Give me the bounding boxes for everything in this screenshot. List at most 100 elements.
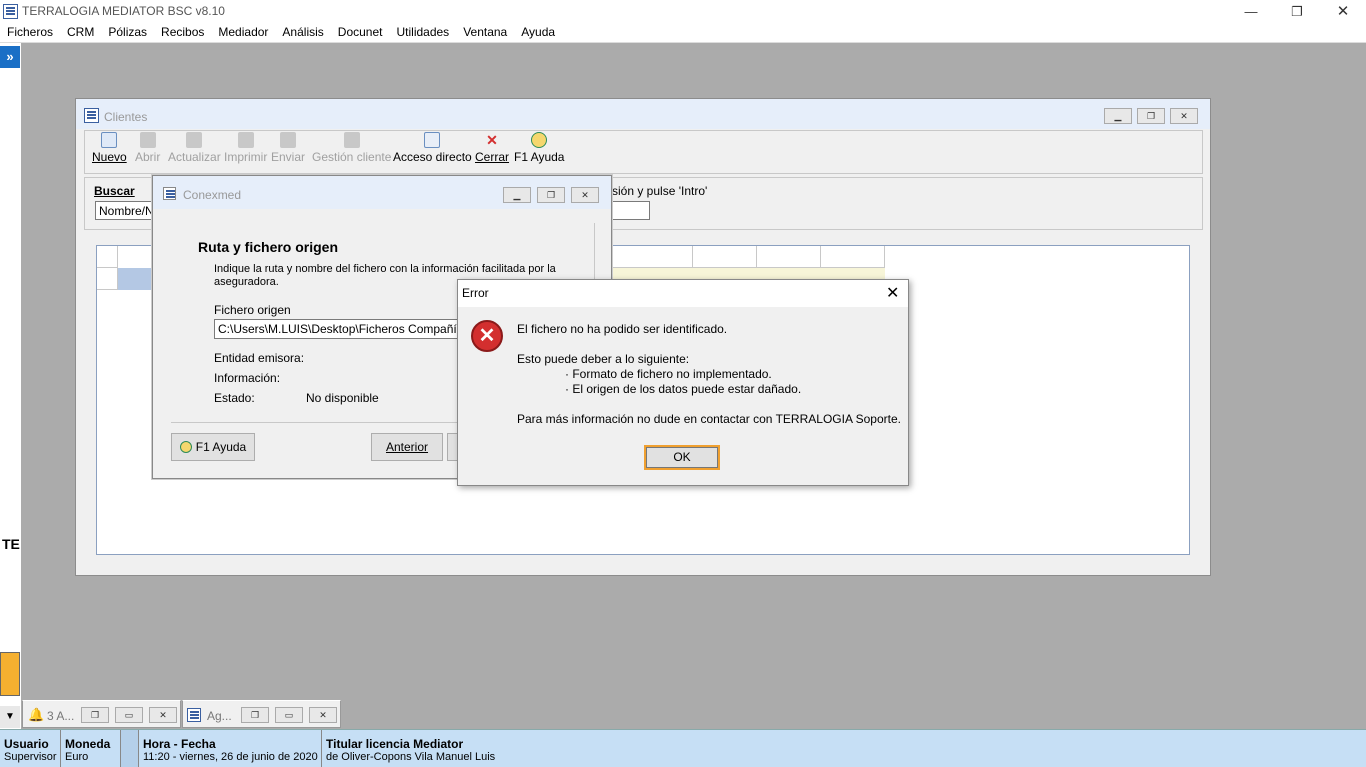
menu-analisis[interactable]: Análisis [275,23,330,42]
toolbar-ayuda-button[interactable]: F1 Ayuda [514,132,564,164]
toolbar-label: Imprimir [224,150,268,164]
expand-sidebar-button[interactable]: » [0,46,20,68]
toolbar-label: Enviar [271,150,306,164]
close-icon[interactable]: ✕ [309,707,337,723]
ok-button[interactable]: OK [644,445,720,470]
window-icon [84,108,99,123]
menu-ayuda[interactable]: Ayuda [514,23,562,42]
grid-column-header[interactable] [693,246,757,268]
printer-icon [237,132,254,148]
close-icon[interactable]: ✕ [1320,0,1366,23]
close-icon[interactable]: ✕ [149,707,177,723]
window-icon [163,187,176,200]
send-icon [280,132,296,148]
conexmed-heading: Ruta y fichero origen [198,239,339,255]
toolbar-label: Nuevo [92,150,127,164]
error-message-line2: Esto puede deber a lo siguiente: [517,352,690,366]
status-hora-fecha: Hora - Fecha 11:20 - viernes, 26 de juni… [139,730,322,767]
toolbar-label: Acceso directo [393,150,472,164]
error-message-line1: El fichero no ha podido ser identificado… [517,322,728,336]
sidebar-label: TE [2,536,20,552]
menu-ventana[interactable]: Ventana [456,23,514,42]
maximize-icon[interactable]: ▭ [275,707,303,723]
info-label: Información: [214,371,281,385]
chevron-down-icon[interactable]: ▼ [0,706,20,728]
estado-label: Estado: [214,391,255,405]
toolbar-imprimir-button[interactable]: Imprimir [224,132,267,164]
toolbar-label: Cerrar [475,150,510,164]
menu-utilidades[interactable]: Utilidades [389,23,456,42]
close-icon[interactable]: ✕ [1170,108,1198,124]
restore-icon[interactable]: ❐ [81,707,109,723]
minimized-window-agenda[interactable]: Ag... ❐ ▭ ✕ [182,700,341,728]
error-title: Error [462,286,489,300]
toolbar-actualizar-button[interactable]: Actualizar [168,132,221,164]
menu-ficheros[interactable]: Ficheros [0,23,60,42]
grid-column-header[interactable] [821,246,885,268]
open-doc-icon [139,132,156,148]
help-icon [179,441,192,453]
grid-row-header [97,268,118,290]
status-hora-value: 11:20 - viernes, 26 de junio de 2020 [143,751,318,763]
menu-recibos[interactable]: Recibos [154,23,211,42]
close-icon[interactable]: ✕ [886,283,899,303]
status-usuario-value: Supervisor [4,751,57,763]
toolbar-cerrar-button[interactable]: ✕ Cerrar [475,132,509,164]
close-icon[interactable]: ✕ [571,187,599,203]
app-title: TERRALOGIA MEDIATOR BSC v8.10 [22,4,225,18]
toolbar-nuevo-button[interactable]: Nuevo [92,132,127,164]
status-moneda-header: Moneda [65,737,111,751]
sidebar-thumbnail[interactable] [0,652,20,696]
toolbar-label: Abrir [135,150,161,164]
error-dialog: Error ✕ ✕ El fichero no ha podido ser id… [457,279,909,486]
grid-column-header[interactable] [613,246,693,268]
app-icon [3,4,18,19]
toolbar-abrir-button[interactable]: Abrir [135,132,160,164]
new-doc-icon [101,132,118,148]
maximize-icon[interactable]: ▭ [115,707,143,723]
minimize-icon[interactable]: ▁ [503,187,531,203]
shortcut-icon [424,132,441,148]
help-button-label: F1 Ayuda [195,440,247,454]
restore-icon[interactable]: ❐ [1274,0,1320,23]
error-icon: ✕ [471,320,503,352]
update-doc-icon [186,132,203,148]
menu-crm[interactable]: CRM [60,23,101,42]
status-moneda-value: Euro [65,751,89,763]
menu-polizas[interactable]: Pólizas [101,23,154,42]
search-field-combo[interactable]: Nombre/Nif [95,201,155,220]
help-button[interactable]: F1 Ayuda [171,433,255,461]
status-titular-value: de Oliver-Copons Vila Manuel Luis [326,751,496,763]
statusbar: Usuario Supervisor Moneda Euro Hora - Fe… [0,729,1366,767]
minimize-icon[interactable]: — [1228,0,1274,23]
toolbar-label: Gestión cliente [312,150,392,164]
status-usuario-header: Usuario [4,737,49,751]
error-reason-2: · El origen de los datos puede estar dañ… [565,382,802,396]
menubar: Ficheros CRM Pólizas Recibos Mediador Análisi… [0,23,1366,43]
restore-icon[interactable]: ❐ [1137,108,1165,124]
toolbar-gestion-cliente-button[interactable]: Gestión cliente [312,132,391,164]
file-path-input[interactable]: C:\Users\M.LUIS\Desktop\Ficheros Compañí… [214,319,464,339]
toolbar-enviar-button[interactable]: Enviar [271,132,305,164]
search-input[interactable] [612,201,650,220]
restore-icon[interactable]: ❐ [241,707,269,723]
toolbar-label: Actualizar [168,150,221,164]
grid-column-header[interactable] [757,246,821,268]
clientes-titlebar: Clientes ▁ ❐ ✕ [76,99,1210,129]
menu-mediador[interactable]: Mediador [211,23,275,42]
error-reason-1: · Formato de fichero no implementado. [565,367,772,381]
window-icon [187,708,201,722]
menu-docunet[interactable]: Docunet [331,23,390,42]
error-titlebar: Error ✕ [458,280,908,307]
status-spacer [121,730,139,767]
toolbar-acceso-directo-button[interactable]: Acceso directo [393,132,472,164]
file-label: Fichero origen [214,303,291,317]
restore-icon[interactable]: ❐ [537,187,565,203]
status-usuario: Usuario Supervisor [0,730,61,767]
minimized-window-alerts[interactable]: 🔔 3 A... ❐ ▭ ✕ [22,700,181,728]
left-sidebar [0,43,21,729]
anterior-button[interactable]: Anterior [371,433,443,461]
entidad-label: Entidad emisora: [214,351,305,365]
minimize-icon[interactable]: ▁ [1104,108,1132,124]
search-hint: sión y pulse 'Intro' [612,184,708,198]
